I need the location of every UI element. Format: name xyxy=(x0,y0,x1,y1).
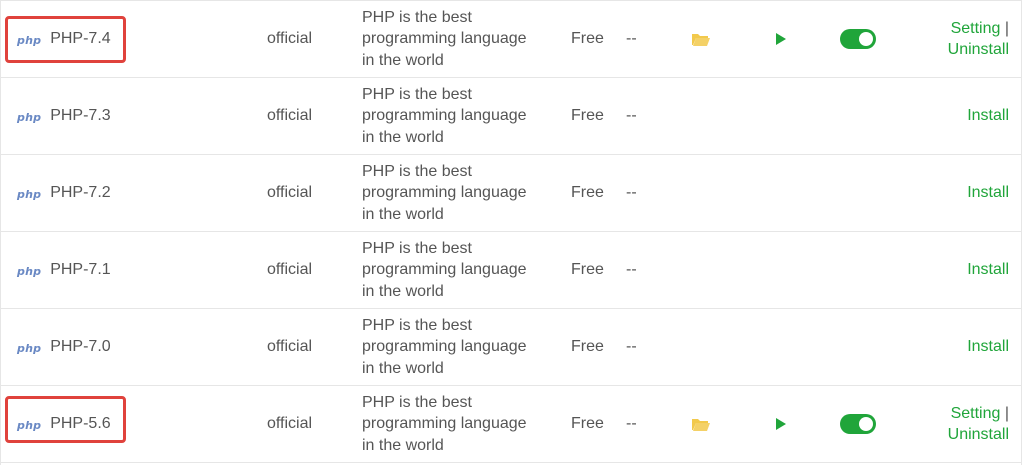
play-icon xyxy=(776,418,786,430)
action-links: Setting | Uninstall xyxy=(948,18,1009,61)
plugin-name-cell: php PHP-7.3 xyxy=(17,78,247,154)
folder-open-icon xyxy=(692,419,710,431)
plugin-description: PHP is the best programming language in … xyxy=(362,78,562,154)
plugin-name-cell: php PHP-7.1 xyxy=(17,232,247,308)
php-logo-icon: php xyxy=(17,341,42,355)
plugin-type: official xyxy=(267,338,313,355)
description-line: in the world xyxy=(362,436,444,454)
toggle-knob xyxy=(859,32,873,46)
action-separator: | xyxy=(1000,404,1009,422)
toggle-knob xyxy=(859,417,873,431)
table-row-php-7-2: php PHP-7.2 official PHP is the best pro… xyxy=(1,155,1021,232)
action-links: Install xyxy=(967,336,1009,358)
description-line: in the world xyxy=(362,359,444,377)
description-line: in the world xyxy=(362,205,444,223)
install-link[interactable]: Install xyxy=(967,107,1009,124)
plugin-type: official xyxy=(267,415,313,432)
action-separator: | xyxy=(1000,19,1009,37)
plugin-name: PHP-7.3 xyxy=(50,107,111,124)
description-line: in the world xyxy=(362,282,444,300)
setting-link[interactable]: Setting xyxy=(951,405,1001,422)
display-toggle[interactable] xyxy=(840,386,880,462)
plugin-type: official xyxy=(267,261,313,278)
action-links: Install xyxy=(967,105,1009,127)
action-links: Setting | Uninstall xyxy=(948,403,1009,446)
php-logo-icon: php xyxy=(17,110,42,124)
highlight-box xyxy=(5,16,126,63)
description-line: programming language xyxy=(362,415,527,433)
plugin-type: official xyxy=(267,107,313,124)
plugin-name-cell: php PHP-7.2 xyxy=(17,155,247,231)
description-line: programming language xyxy=(362,338,527,356)
folder-open-icon xyxy=(692,34,710,46)
plugin-name: PHP-7.1 xyxy=(50,261,111,278)
plugin-expire: -- xyxy=(626,338,637,355)
plugin-description: PHP is the best programming language in … xyxy=(362,309,562,385)
description-line: in the world xyxy=(362,51,444,69)
open-folder-button[interactable] xyxy=(691,386,715,462)
start-service-button[interactable] xyxy=(775,1,795,77)
plugin-price: Free xyxy=(571,30,604,47)
plugin-actions: Install xyxy=(899,232,1009,308)
description-line: programming language xyxy=(362,30,527,48)
plugin-price: Free xyxy=(571,415,604,432)
plugin-price: Free xyxy=(571,261,604,278)
open-folder-button[interactable] xyxy=(691,1,715,77)
highlight-box xyxy=(5,396,126,443)
start-service-button[interactable] xyxy=(775,386,795,462)
action-links: Install xyxy=(967,182,1009,204)
table-row-php-7-3: php PHP-7.3 official PHP is the best pro… xyxy=(1,78,1021,155)
plugin-actions: Install xyxy=(899,155,1009,231)
plugin-actions: Setting | Uninstall xyxy=(899,1,1009,77)
display-toggle[interactable] xyxy=(840,1,880,77)
plugin-expire: -- xyxy=(626,30,637,47)
install-link[interactable]: Install xyxy=(967,261,1009,278)
php-logo-icon: php xyxy=(17,187,42,201)
description-line: PHP is the best xyxy=(362,162,472,180)
plugin-price: Free xyxy=(571,338,604,355)
description-line: programming language xyxy=(362,261,527,279)
plugin-description: PHP is the best programming language in … xyxy=(362,1,562,77)
uninstall-link[interactable]: Uninstall xyxy=(948,426,1009,443)
description-line: PHP is the best xyxy=(362,316,472,334)
plugin-actions: Install xyxy=(899,309,1009,385)
plugin-name: PHP-7.0 xyxy=(50,338,111,355)
plugin-name-cell: php PHP-7.0 xyxy=(17,309,247,385)
plugin-expire: -- xyxy=(626,415,637,432)
table-row-php-5-6: php PHP-5.6 official PHP is the best pro… xyxy=(1,386,1021,463)
plugin-type: official xyxy=(267,30,313,47)
toggle-switch-on xyxy=(840,29,876,49)
plugin-table: php PHP-7.4 official PHP is the best pro… xyxy=(0,0,1022,465)
plugin-price: Free xyxy=(571,107,604,124)
action-links: Install xyxy=(967,259,1009,281)
toggle-switch-on xyxy=(840,414,876,434)
plugin-description: PHP is the best programming language in … xyxy=(362,155,562,231)
plugin-description: PHP is the best programming language in … xyxy=(362,232,562,308)
plugin-actions: Setting | Uninstall xyxy=(899,386,1009,462)
description-line: programming language xyxy=(362,107,527,125)
plugin-description: PHP is the best programming language in … xyxy=(362,386,562,462)
setting-link[interactable]: Setting xyxy=(951,20,1001,37)
description-line: programming language xyxy=(362,184,527,202)
play-icon xyxy=(776,33,786,45)
plugin-actions: Install xyxy=(899,78,1009,154)
install-link[interactable]: Install xyxy=(967,184,1009,201)
plugin-name: PHP-7.2 xyxy=(50,184,111,201)
plugin-expire: -- xyxy=(626,184,637,201)
description-line: PHP is the best xyxy=(362,85,472,103)
table-row-php-7-0: php PHP-7.0 official PHP is the best pro… xyxy=(1,309,1021,386)
uninstall-link[interactable]: Uninstall xyxy=(948,41,1009,58)
description-line: PHP is the best xyxy=(362,393,472,411)
php-logo-icon: php xyxy=(17,264,42,278)
plugin-price: Free xyxy=(571,184,604,201)
table-row-php-7-4: php PHP-7.4 official PHP is the best pro… xyxy=(1,1,1021,78)
table-row-php-7-1: php PHP-7.1 official PHP is the best pro… xyxy=(1,232,1021,309)
plugin-type: official xyxy=(267,184,313,201)
description-line: PHP is the best xyxy=(362,239,472,257)
plugin-expire: -- xyxy=(626,261,637,278)
install-link[interactable]: Install xyxy=(967,338,1009,355)
description-line: PHP is the best xyxy=(362,8,472,26)
description-line: in the world xyxy=(362,128,444,146)
plugin-expire: -- xyxy=(626,107,637,124)
